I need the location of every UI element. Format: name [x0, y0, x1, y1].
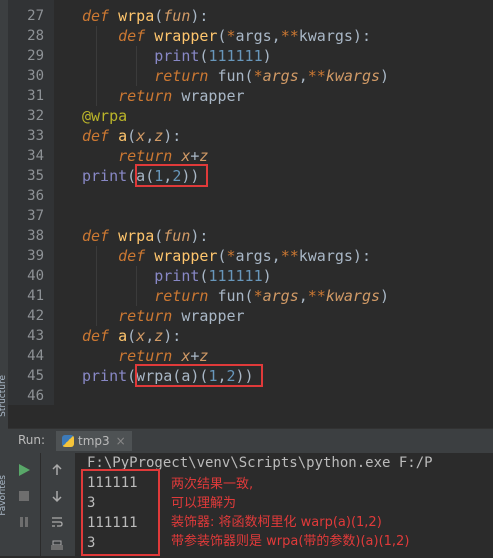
printer-icon [51, 540, 63, 550]
run-button[interactable] [16, 463, 32, 479]
code-line-42[interactable]: return wrapper [82, 306, 244, 326]
run-toolbar-secondary [40, 453, 75, 556]
line-number: 37 [27, 208, 44, 224]
code-line-27[interactable]: def wrpa(fun): [82, 6, 208, 26]
print-button[interactable] [49, 539, 65, 555]
line-number: 45 [27, 368, 44, 384]
soft-wrap-button[interactable] [49, 515, 65, 531]
run-tab-label: tmp3 [78, 434, 110, 448]
line-number: 36 [27, 188, 44, 204]
line-number: 39 [27, 248, 44, 264]
line-number: 38 [27, 228, 44, 244]
code-line-43[interactable]: def a(x,z): [82, 326, 181, 346]
code-line-38[interactable]: def wrpa(fun): [82, 226, 208, 246]
line-number: 46 [27, 388, 44, 404]
run-console-output[interactable]: F:\PyProgect\venv\Scripts\python.exe F:/… [75, 453, 493, 556]
line-number: 41 [27, 288, 44, 304]
highlight-box-call-1 [135, 164, 208, 187]
code-line-31[interactable]: return wrapper [82, 86, 244, 106]
scroll-down-button[interactable] [49, 489, 65, 505]
annotation-line-4: 带参装饰器则是 wrpa(带的参数)(a)(1,2) [171, 534, 410, 549]
highlight-box-call-2 [135, 364, 263, 387]
stop-icon [19, 491, 29, 501]
line-number-gutter: 27 28 29 30 31 32 33 34 35 36 37 38 39 4… [8, 0, 54, 405]
code-line-39[interactable]: def wrapper(*args,**kwargs): [82, 246, 371, 266]
code-line-29[interactable]: print(111111) [82, 46, 271, 66]
run-toolbar-primary [8, 453, 40, 556]
line-number: 32 [27, 108, 44, 124]
code-editor[interactable]: def wrpa(fun): def wrapper(*args,**kwarg… [54, 0, 493, 405]
code-line-34[interactable]: return x+z [82, 146, 208, 166]
code-line-33[interactable]: def a(x,z): [82, 126, 181, 146]
line-number: 43 [27, 328, 44, 344]
arrow-down-icon [52, 491, 62, 503]
stop-button[interactable] [16, 489, 32, 505]
left-tool-strip [0, 0, 8, 556]
line-number: 33 [27, 128, 44, 144]
play-icon [19, 464, 30, 476]
soft-wrap-icon [52, 517, 63, 527]
pause-icon [20, 517, 28, 527]
line-number: 34 [27, 148, 44, 164]
favorites-tool-label[interactable]: Favorites [0, 475, 8, 516]
structure-tool-label[interactable]: Structure [0, 375, 8, 417]
line-number: 40 [27, 268, 44, 284]
line-number: 44 [27, 348, 44, 364]
line-number: 29 [27, 48, 44, 64]
line-number: 31 [27, 88, 44, 104]
code-line-40[interactable]: print(111111) [82, 266, 271, 286]
code-line-41[interactable]: return fun(*args,**kwargs) [82, 286, 389, 306]
line-number: 42 [27, 308, 44, 324]
python-icon [62, 435, 74, 447]
line-number: 28 [27, 28, 44, 44]
code-line-30[interactable]: return fun(*args,**kwargs) [82, 66, 389, 86]
annotation-line-3: 装饰器: 将函数柯里化 warp(a)(1,2) [171, 515, 382, 530]
line-number: 35 [27, 168, 44, 184]
highlight-box-output [81, 469, 160, 556]
run-label: Run: [18, 433, 46, 447]
annotation-line-2: 可以理解为 [171, 496, 237, 511]
pause-button[interactable] [16, 515, 32, 531]
arrow-up-icon [52, 463, 62, 475]
close-icon[interactable]: × [116, 434, 126, 448]
code-line-28[interactable]: def wrapper(*args,**kwargs): [82, 26, 371, 46]
code-line-32[interactable]: @wrpa [82, 106, 127, 126]
line-number: 30 [27, 68, 44, 84]
line-number: 27 [27, 8, 44, 24]
annotation-line-1: 两次结果一致, [171, 477, 254, 492]
run-tab-tmp3[interactable]: tmp3 × [56, 431, 132, 451]
run-panel-header: Run: tmp3 × [8, 428, 493, 454]
scroll-up-button[interactable] [49, 463, 65, 479]
code-line-44[interactable]: return x+z [82, 346, 208, 366]
